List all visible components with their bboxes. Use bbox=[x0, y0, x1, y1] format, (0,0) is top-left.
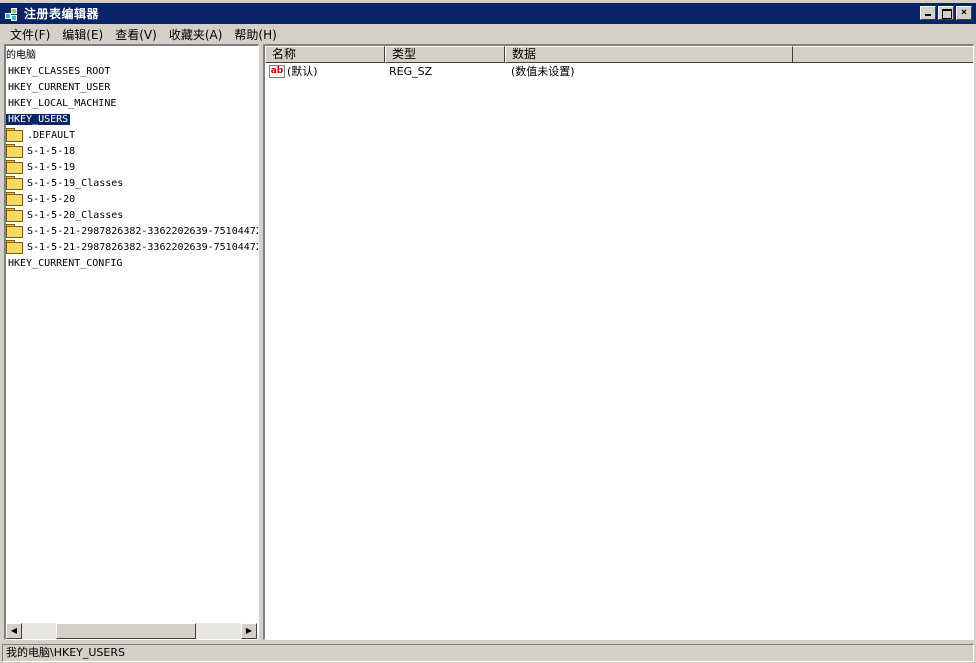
status-bar: 我的电脑\HKEY_USERS bbox=[0, 642, 976, 663]
menu-edit[interactable]: 编辑(E) bbox=[56, 26, 109, 43]
tree-item-label: S-1-5-18 bbox=[27, 146, 76, 157]
column-header-name[interactable]: 名称 bbox=[265, 46, 385, 63]
folder-icon bbox=[6, 128, 23, 142]
minimize-button[interactable] bbox=[920, 6, 936, 20]
folder-icon bbox=[6, 176, 23, 190]
close-button[interactable]: × bbox=[956, 6, 972, 20]
value-name-cell: ab (默认) bbox=[269, 64, 318, 80]
folder-icon bbox=[6, 208, 23, 222]
scroll-thumb[interactable] bbox=[56, 623, 196, 639]
tree-item-folder[interactable]: S-1-5-19_Classes bbox=[6, 176, 125, 192]
tree-item-label: S-1-5-19 bbox=[27, 162, 76, 173]
tree-item-key[interactable]: HKEY_USERS bbox=[6, 112, 72, 128]
column-header-data[interactable]: 数据 bbox=[505, 46, 793, 63]
status-path: 我的电脑\HKEY_USERS bbox=[2, 644, 974, 662]
tree-item-folder[interactable]: S-1-5-21-2987826382-3362202639-75104472 bbox=[6, 240, 259, 256]
tree-item-folder[interactable]: S-1-5-20 bbox=[6, 192, 77, 208]
value-data: (数值未设置) bbox=[511, 65, 575, 78]
column-header-type[interactable]: 类型 bbox=[385, 46, 505, 63]
tree-item-label: S-1-5-20_Classes bbox=[27, 210, 124, 221]
folder-icon bbox=[6, 240, 23, 254]
title-bar[interactable]: 注册表编辑器 × bbox=[0, 0, 976, 24]
scroll-left-icon[interactable]: ◀ bbox=[6, 623, 22, 639]
tree-item-label: .DEFAULT bbox=[27, 130, 76, 141]
tree-item-label: HKEY_USERS bbox=[6, 113, 72, 126]
string-value-icon: ab bbox=[269, 64, 285, 78]
folder-icon bbox=[6, 144, 23, 158]
value-type: REG_SZ bbox=[389, 65, 433, 78]
tree-item-folder[interactable]: S-1-5-19 bbox=[6, 160, 77, 176]
scroll-right-icon[interactable]: ▶ bbox=[241, 623, 257, 639]
value-name: (默认) bbox=[287, 65, 318, 78]
tree-item-key[interactable]: 的电脑 bbox=[6, 48, 38, 64]
registry-tree[interactable]: 的电脑 HKEY_CLASSES_ROOT HKEY_CURRENT_USER HKE… bbox=[4, 44, 259, 640]
tree-item-label: HKEY_CURRENT_USER bbox=[8, 82, 111, 93]
folder-icon bbox=[6, 192, 23, 206]
tree-item-folder[interactable]: .DEFAULT bbox=[6, 128, 77, 144]
tree-item-label: S-1-5-21-2987826382-3362202639-75104472 bbox=[27, 226, 259, 237]
window-title: 注册表编辑器 bbox=[24, 7, 100, 21]
column-header-filler bbox=[793, 46, 973, 63]
tree-item-label: 的电脑 bbox=[6, 50, 36, 61]
folder-icon bbox=[6, 160, 23, 174]
tree-item-label: HKEY_CURRENT_CONFIG bbox=[8, 258, 123, 269]
tree-item-folder[interactable]: S-1-5-18 bbox=[6, 144, 77, 160]
tree-item-key[interactable]: HKEY_CLASSES_ROOT bbox=[6, 64, 112, 80]
menu-file[interactable]: 文件(F) bbox=[4, 26, 56, 43]
tree-item-label: S-1-5-19_Classes bbox=[27, 178, 124, 189]
tree-item-key[interactable]: HKEY_CURRENT_USER bbox=[6, 80, 112, 96]
tree-item-folder[interactable]: S-1-5-20_Classes bbox=[6, 208, 125, 224]
tree-horizontal-scrollbar[interactable]: ◀ ▶ bbox=[6, 623, 257, 639]
list-header: 名称 类型 数据 bbox=[265, 46, 973, 63]
menu-help[interactable]: 帮助(H) bbox=[228, 26, 282, 43]
tree-item-label: S-1-5-21-2987826382-3362202639-75104472 bbox=[27, 242, 259, 253]
list-row[interactable]: ab (默认) REG_SZ (数值未设置) bbox=[265, 64, 973, 80]
tree-item-key[interactable]: HKEY_CURRENT_CONFIG bbox=[6, 256, 124, 272]
menu-bar: 文件(F) 编辑(E) 查看(V) 收藏夹(A) 帮助(H) bbox=[0, 24, 976, 44]
menu-favorites[interactable]: 收藏夹(A) bbox=[163, 26, 229, 43]
tree-item-label: HKEY_LOCAL_MACHINE bbox=[8, 98, 117, 109]
values-list[interactable]: 名称 类型 数据 ab (默认) REG_SZ (数值未设置) bbox=[263, 44, 974, 640]
tree-item-key[interactable]: HKEY_LOCAL_MACHINE bbox=[6, 96, 118, 112]
maximize-button[interactable] bbox=[938, 6, 954, 20]
tree-item-label: S-1-5-20 bbox=[27, 194, 76, 205]
tree-item-folder[interactable]: S-1-5-21-2987826382-3362202639-75104472 bbox=[6, 224, 259, 240]
folder-icon bbox=[6, 224, 23, 238]
tree-item-label: HKEY_CLASSES_ROOT bbox=[8, 66, 111, 77]
menu-view[interactable]: 查看(V) bbox=[109, 26, 163, 43]
regedit-icon bbox=[4, 6, 20, 22]
